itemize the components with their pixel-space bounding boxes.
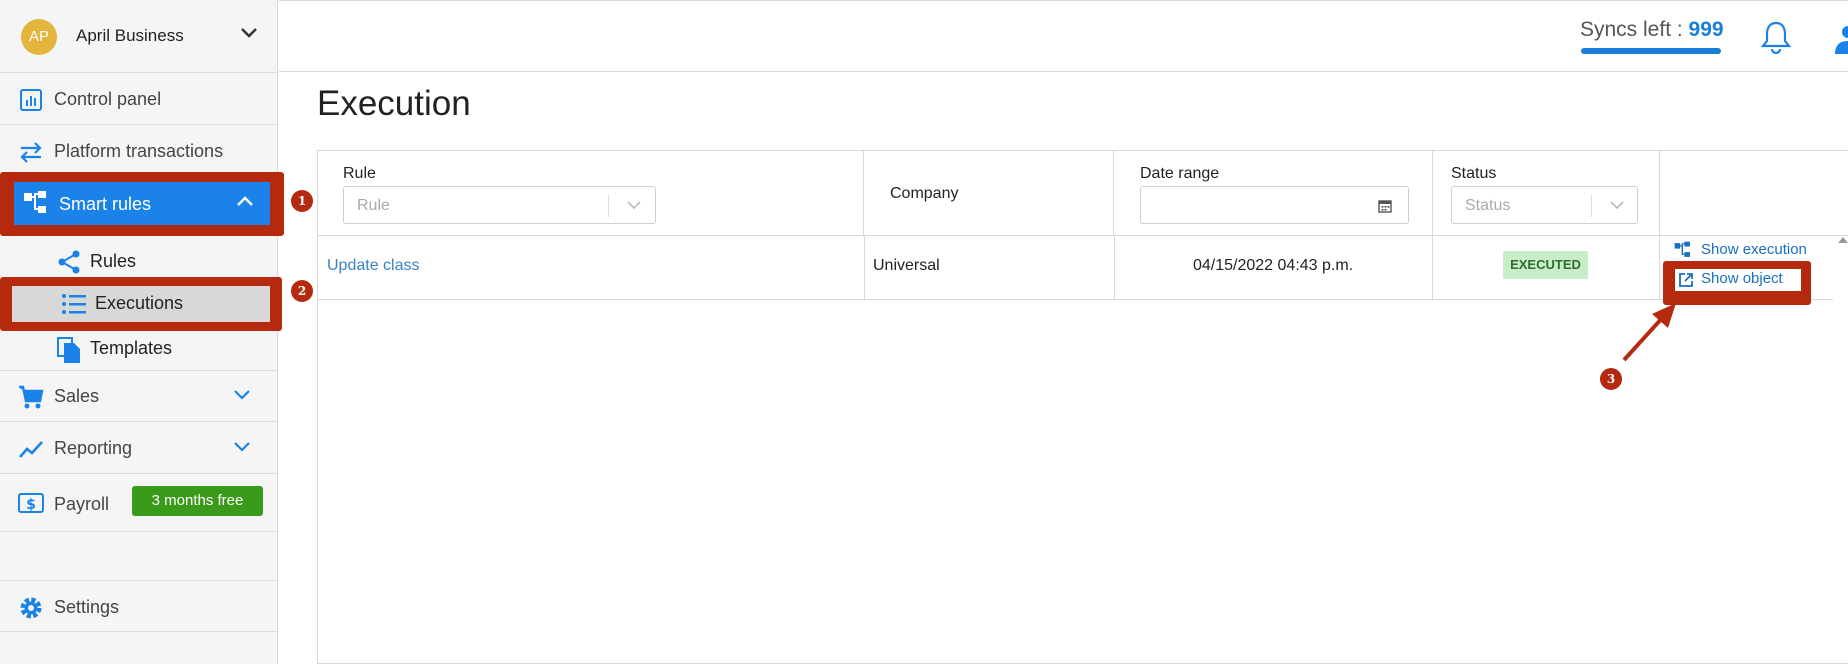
sidebar-item-control-panel[interactable]: Control panel — [0, 73, 277, 125]
annotation-arrow — [1622, 303, 1676, 362]
chevron-down-icon[interactable] — [233, 388, 251, 402]
rule-filter-placeholder: Rule — [357, 197, 390, 214]
sidebar-item-smart-rules[interactable]: Smart rules — [14, 182, 270, 225]
external-link-icon — [1679, 273, 1693, 287]
sidebar-item-label: Reporting — [54, 438, 133, 458]
column-header-status: Status — [1451, 165, 1497, 182]
sidebar-item-platform-transactions[interactable]: Platform transactions — [0, 125, 277, 177]
org-switcher[interactable]: AP April Business — [0, 0, 278, 73]
table-header: Rule Rule Company Date range Status Stat… — [318, 151, 1848, 236]
column-divider — [1432, 236, 1433, 299]
sidebar-item-label: Executions — [95, 293, 184, 313]
document-icon — [57, 337, 80, 363]
sidebar-item-payroll[interactable]: $ Payroll 3 months free — [0, 474, 277, 532]
gear-icon — [20, 597, 42, 619]
sidebar: AP April Business Control panel Platform… — [0, 0, 313, 664]
sidebar-item-label: Payroll — [54, 494, 110, 514]
chevron-down-icon[interactable] — [233, 440, 251, 454]
syncs-count: 999 — [1688, 18, 1724, 41]
sidebar-item-label: Control panel — [54, 89, 162, 109]
svg-text:$: $ — [26, 497, 36, 513]
sidebar-item-reporting[interactable]: Reporting — [0, 422, 277, 474]
scroll-up-arrow[interactable] — [1838, 237, 1848, 243]
column-divider — [1659, 151, 1660, 236]
show-object-label: Show object — [1701, 270, 1783, 287]
syncs-progress-bar — [1581, 48, 1721, 54]
sidebar-item-label: Settings — [54, 597, 120, 617]
select-separator — [608, 195, 609, 217]
annotation-marker-3: 3 — [1600, 368, 1622, 390]
column-header-company: Company — [890, 185, 959, 202]
sidebar-item-label: Smart rules — [59, 194, 152, 214]
flowchart-icon — [1674, 241, 1690, 257]
highlight-smart-rules: Smart rules — [0, 172, 284, 236]
highlight-executions: Executions — [0, 277, 282, 331]
syncs-indicator: Syncs left : 999 — [1580, 18, 1724, 42]
list-icon — [62, 294, 86, 314]
annotation-marker-2: 2 — [291, 280, 313, 302]
chevron-down-icon — [627, 201, 641, 210]
status-filter-select[interactable]: Status — [1451, 186, 1638, 224]
dollar-icon: $ — [18, 493, 44, 513]
date-cell: 04/15/2022 04:43 p.m. — [1193, 257, 1354, 274]
annotation-marker-1: 1 — [291, 190, 313, 212]
company-cell: Universal — [873, 257, 940, 274]
sidebar-item-settings[interactable]: Settings — [0, 580, 277, 632]
chevron-down-icon[interactable] — [240, 26, 258, 40]
calendar-icon[interactable] — [1377, 198, 1393, 214]
share-icon — [58, 250, 80, 274]
status-badge: EXECUTED — [1503, 251, 1588, 279]
sidebar-subitem-executions[interactable]: Executions — [12, 286, 270, 322]
sidebar-item-label: Rules — [90, 251, 137, 271]
rule-link[interactable]: Update class — [327, 257, 420, 275]
sidebar-item-sales[interactable]: Sales — [0, 370, 277, 422]
user-icon[interactable] — [1833, 24, 1848, 54]
show-object-button[interactable]: Show object — [1675, 269, 1801, 291]
executions-table: Rule Rule Company Date range Status Stat… — [317, 150, 1848, 664]
sidebar-subitem-templates[interactable]: Templates — [0, 328, 277, 371]
highlight-show-object: Show object — [1663, 261, 1811, 305]
column-divider — [1114, 236, 1115, 299]
bell-icon[interactable] — [1760, 20, 1792, 54]
chevron-down-icon — [1610, 201, 1624, 210]
column-header-date-range: Date range — [1140, 165, 1220, 182]
trend-icon — [19, 441, 43, 458]
column-divider — [1432, 151, 1433, 236]
column-divider — [1113, 151, 1114, 236]
column-divider — [863, 151, 864, 236]
dashboard-icon — [20, 89, 42, 111]
free-trial-badge[interactable]: 3 months free — [132, 486, 263, 516]
sidebar-subitem-rules[interactable]: Rules — [0, 241, 277, 281]
cart-icon — [19, 385, 44, 409]
rule-filter-select[interactable]: Rule — [343, 186, 656, 224]
sidebar-item-label: Sales — [54, 386, 100, 406]
org-name: April Business — [76, 26, 184, 45]
column-header-rule: Rule — [343, 165, 376, 182]
page-title: Execution — [317, 84, 471, 123]
status-filter-placeholder: Status — [1465, 197, 1511, 214]
chevron-up-icon[interactable] — [236, 194, 254, 208]
transfer-icon — [20, 142, 42, 163]
sidebar-item-label: Templates — [90, 338, 173, 358]
select-separator — [1591, 195, 1592, 217]
table-row: Update class Universal 04/15/2022 04:43 … — [318, 236, 1833, 305]
date-range-input[interactable] — [1140, 186, 1409, 224]
syncs-label: Syncs left : — [1580, 18, 1683, 41]
flowchart-icon — [24, 191, 46, 213]
column-divider — [864, 236, 865, 299]
show-execution-link[interactable]: Show execution — [1701, 241, 1807, 258]
column-divider — [1659, 236, 1660, 299]
avatar: AP — [21, 19, 57, 55]
sidebar-item-label: Platform transactions — [54, 141, 224, 161]
